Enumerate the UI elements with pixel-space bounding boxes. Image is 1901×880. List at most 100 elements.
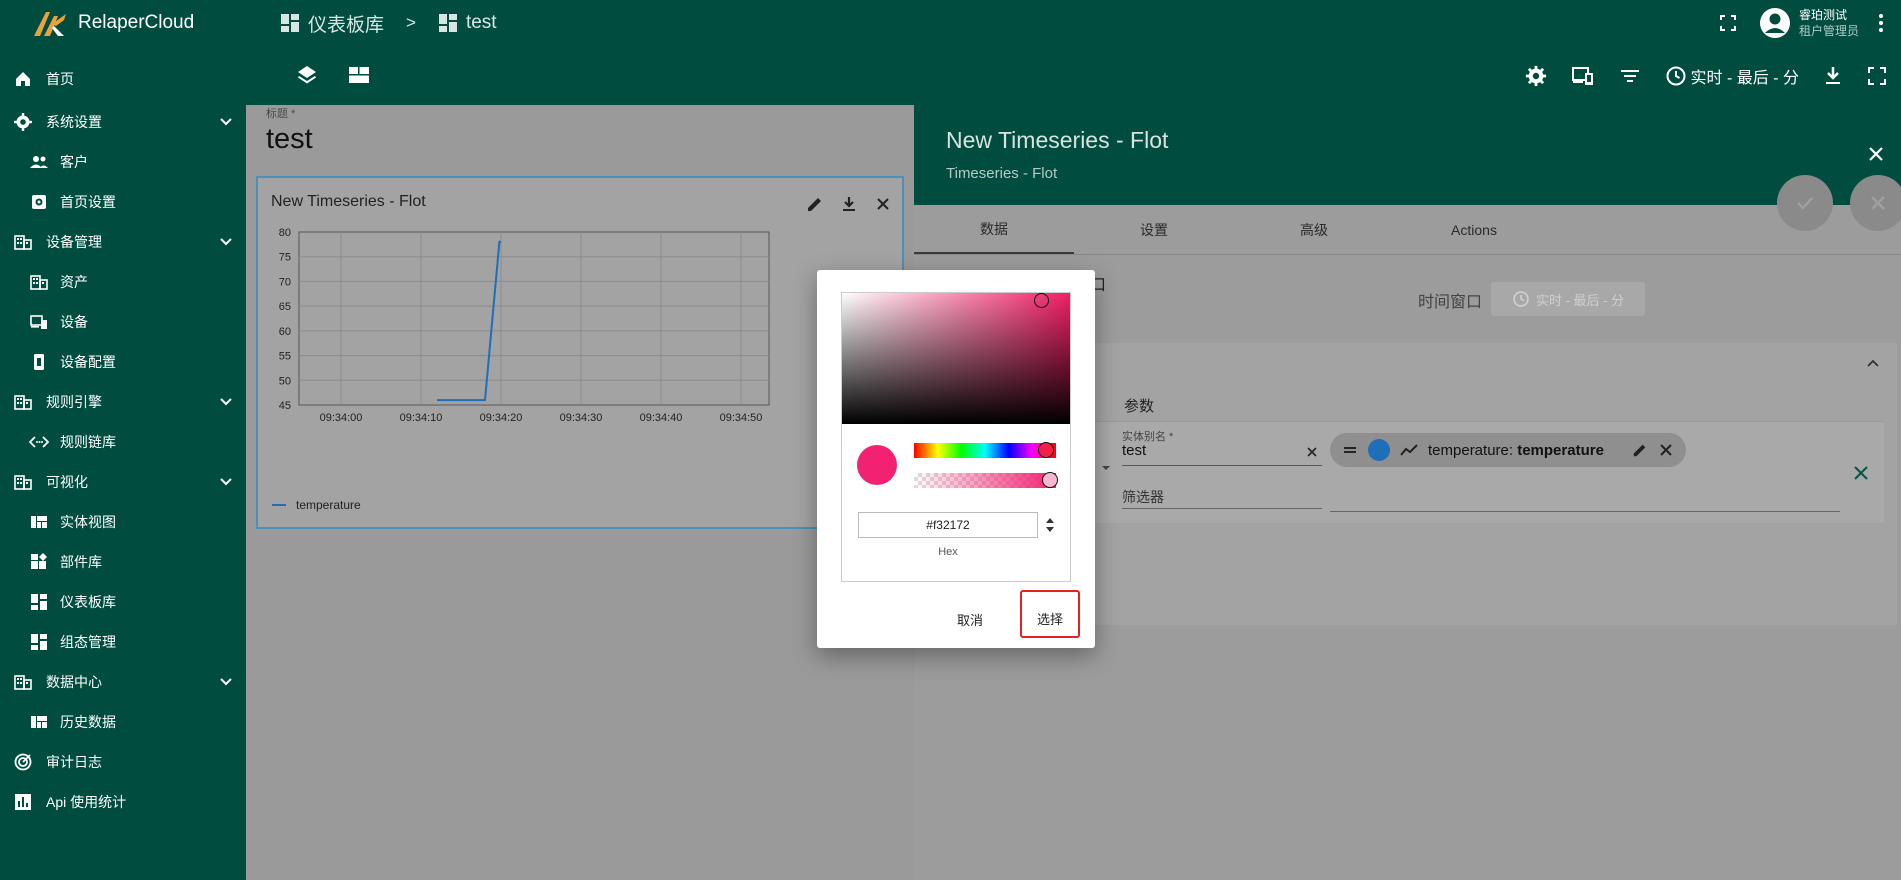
- dropdown-arrow-icon[interactable]: [1100, 462, 1112, 474]
- sidebar-item-label: 审计日志: [46, 754, 102, 770]
- sidebar-item[interactable]: 设备配置: [0, 342, 246, 382]
- sidebar-item[interactable]: 历史数据: [0, 702, 246, 742]
- track-changes-icon: [14, 753, 32, 771]
- key-color-dot[interactable]: [1368, 439, 1390, 461]
- dashboard-title[interactable]: test: [266, 123, 313, 156]
- breadcrumb-label: test: [465, 12, 497, 33]
- breadcrumb-label: 仪表板库: [308, 14, 385, 36]
- home-icon: [16, 72, 30, 86]
- legend-label: temperature: [296, 498, 361, 512]
- layers-icon[interactable]: [296, 64, 318, 86]
- legend-swatch: [272, 504, 286, 506]
- download-icon[interactable]: [840, 195, 858, 213]
- more-vert-icon[interactable]: [1869, 11, 1893, 35]
- chevron-up-icon[interactable]: [1865, 355, 1881, 371]
- sidebar-item[interactable]: 审计日志: [0, 742, 246, 782]
- remove-datasource-icon[interactable]: [1852, 464, 1870, 482]
- edit-icon[interactable]: [1632, 442, 1648, 458]
- filter-underline: [1122, 508, 1322, 509]
- user-name: 睿珀测试: [1798, 8, 1847, 22]
- close-icon[interactable]: [874, 195, 892, 213]
- plot-x-ticks: 09:34:00 09:34:10 09:34:20 09:34:30 09:34:40…: [320, 412, 763, 424]
- timeseries-icon: [1400, 444, 1418, 456]
- sidebar-item[interactable]: 设备: [0, 302, 246, 342]
- sidebar-item[interactable]: 可视化: [0, 462, 246, 502]
- timewindow-button[interactable]: 实时 - 最后 - 分: [1491, 282, 1645, 316]
- sidebar-item[interactable]: 数据中心: [0, 662, 246, 702]
- devices-icon: [30, 315, 47, 329]
- top-bar: 仪表板库 > test 睿珀测试 租户管理员: [246, 0, 1901, 46]
- building-icon: [14, 475, 32, 490]
- fullscreen-icon[interactable]: [1719, 14, 1737, 32]
- tab-actions[interactable]: Actions: [1394, 205, 1554, 254]
- saturation-handle[interactable]: [1034, 293, 1049, 308]
- building-icon: [14, 675, 32, 690]
- clear-icon[interactable]: [1306, 446, 1318, 458]
- insert-chart-icon: [15, 794, 31, 810]
- sidebar-item[interactable]: 规则链库: [0, 422, 246, 462]
- tab-settings[interactable]: 设置: [1074, 205, 1234, 254]
- settings-icon[interactable]: [1525, 65, 1547, 87]
- drag-handle-icon[interactable]: [1342, 442, 1358, 458]
- series-line: [437, 240, 501, 402]
- tab-data[interactable]: 数据: [914, 205, 1074, 254]
- sidebar-item[interactable]: 仪表板库: [0, 582, 246, 622]
- timeseries-plot: 45 50 55 60 65 70 75 80 09:34:00 09:34:10 09:34:2…: [279, 227, 770, 424]
- hex-input[interactable]: [858, 512, 1038, 538]
- close-icon[interactable]: [1658, 442, 1674, 458]
- y-tick-label: 80: [279, 227, 291, 239]
- close-icon[interactable]: [1865, 143, 1887, 165]
- panel-title: New Timeseries - Flot: [946, 127, 1169, 153]
- sidebar-item-label: Api 使用统计: [46, 794, 127, 810]
- hue-handle[interactable]: [1038, 442, 1054, 458]
- sidebar-item[interactable]: 系统设置: [0, 102, 246, 142]
- filter-input[interactable]: 筛选器: [1122, 487, 1164, 507]
- dashboard-icon: [281, 14, 299, 32]
- filter-list-icon[interactable]: [1619, 65, 1641, 87]
- select-button[interactable]: 选择: [1020, 590, 1080, 638]
- alpha-handle[interactable]: [1042, 472, 1058, 488]
- x-tick-label: 09:34:00: [320, 412, 363, 424]
- chart-legend: temperature: [272, 498, 361, 512]
- people-icon: [30, 156, 48, 168]
- sidebar-item[interactable]: 规则引擎: [0, 382, 246, 422]
- sidebar-item[interactable]: 部件库: [0, 542, 246, 582]
- timeseries-widget[interactable]: New Timeseries - Flot 45 50 55 60 65 70 75 80 0…: [256, 176, 904, 529]
- sidebar-item[interactable]: 资产: [0, 262, 246, 302]
- hue-slider[interactable]: [914, 442, 1056, 458]
- app-name: RelaperCloud: [78, 12, 195, 33]
- sidebar-item-label: 规则引擎: [46, 394, 102, 410]
- time-window-button[interactable]: 实时 - 最后 - 分: [1665, 64, 1799, 88]
- saturation-area[interactable]: [842, 293, 1070, 424]
- app-logo[interactable]: RelaperCloud: [0, 0, 246, 46]
- settings-box-icon: [32, 195, 46, 209]
- account-circle-icon: [1759, 8, 1790, 38]
- breadcrumb-item-dashboards[interactable]: 仪表板库: [280, 10, 384, 37]
- sidebar-item[interactable]: 首页设置: [0, 182, 246, 222]
- sidebar-item[interactable]: Api 使用统计: [0, 782, 246, 822]
- layout-icon[interactable]: [348, 64, 370, 86]
- format-toggle-icon[interactable]: [1044, 515, 1056, 535]
- tab-advanced[interactable]: 高级: [1234, 205, 1394, 254]
- entity-alias-input[interactable]: test: [1122, 442, 1146, 459]
- y-tick-label: 65: [279, 301, 291, 313]
- sidebar-item[interactable]: 组态管理: [0, 622, 246, 662]
- download-icon[interactable]: [1823, 65, 1843, 87]
- plot-frame: [298, 231, 770, 406]
- sidebar-item[interactable]: 实体视图: [0, 502, 246, 542]
- fullscreen-icon[interactable]: [1867, 66, 1887, 86]
- sidebar-item[interactable]: 客户: [0, 142, 246, 182]
- hex-format-label: Hex: [938, 546, 958, 558]
- data-key-chip[interactable]: temperature: temperature: [1330, 433, 1686, 467]
- alpha-slider[interactable]: [914, 472, 1058, 488]
- cancel-button[interactable]: 取消: [957, 610, 983, 629]
- view-quilt-icon: [31, 516, 47, 528]
- sidebar-item[interactable]: 设备管理: [0, 222, 246, 262]
- x-tick-label: 09:34:50: [720, 412, 763, 424]
- user-menu[interactable]: 睿珀测试 租户管理员: [1759, 7, 1859, 39]
- sidebar-item[interactable]: 首页: [0, 46, 246, 102]
- edit-icon[interactable]: [806, 195, 824, 213]
- building-icon: [14, 235, 32, 250]
- devices-icon[interactable]: [1571, 65, 1595, 87]
- timewindow-label: 时间窗口: [1418, 294, 1483, 311]
